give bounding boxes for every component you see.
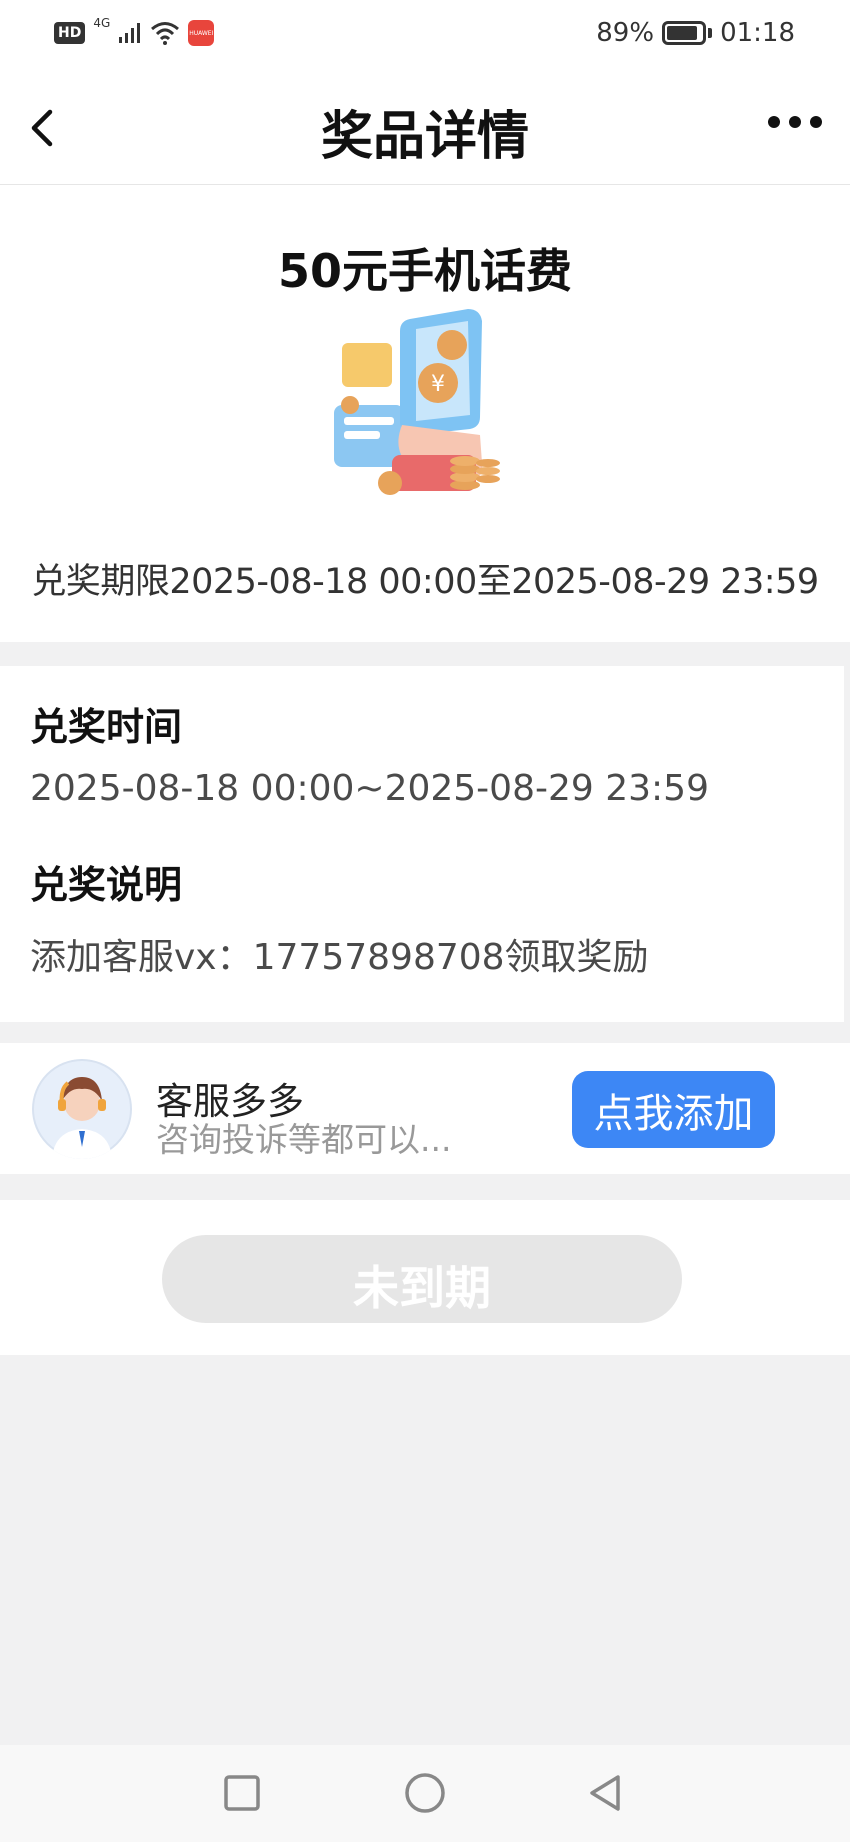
square-icon[interactable]: [218, 1769, 266, 1817]
battery-icon: [662, 21, 707, 45]
customer-service-card: 客服多多 咨询投诉等都可以... 点我添加: [0, 1043, 850, 1174]
wifi-icon: [151, 22, 180, 45]
redeem-time-heading: 兑奖时间: [30, 705, 183, 749]
redeem-desc-heading: 兑奖说明: [30, 863, 183, 907]
more-dot-icon: [810, 116, 822, 128]
redeem-desc-value: 添加客服vx：17757898708领取奖励: [30, 937, 649, 978]
circle-icon[interactable]: [401, 1769, 449, 1817]
prize-name: 50元手机话费: [277, 244, 572, 298]
phone-coins-illustration: ¥: [334, 309, 500, 495]
app-badge-label: HUAWEI: [189, 29, 214, 37]
customer-service-description: 咨询投诉等都可以...: [156, 1120, 452, 1159]
prize-card: 50元手机话费 ¥ 兑奖期限2025-08-18 00:00至2025-08-2…: [0, 185, 850, 642]
agent-avatar-icon: [32, 1059, 132, 1159]
status-icons-right: 89% 01:18: [596, 18, 795, 48]
redeem-time-value: 2025-08-18 00:00~2025-08-29 23:59: [30, 768, 709, 809]
page-title: 奖品详情: [320, 107, 529, 167]
more-dot-icon: [768, 116, 780, 128]
more-button[interactable]: [768, 116, 822, 128]
battery-percent: 89%: [596, 18, 655, 48]
status-icons-left: HD 4G HUAWEI: [54, 16, 215, 46]
not-expired-button[interactable]: 未到期: [162, 1235, 682, 1323]
svg-text:¥: ¥: [431, 372, 445, 397]
battery-level-fill: [667, 26, 698, 40]
header: 奖品详情: [0, 72, 850, 185]
hd-icon: HD: [54, 22, 86, 44]
redeem-info-card: 兑奖时间 2025-08-18 00:00~2025-08-29 23:59 兑…: [0, 666, 844, 1022]
app-badge-icon: HUAWEI: [188, 20, 215, 46]
battery-cap: [708, 28, 713, 38]
redeem-period: 兑奖期限2025-08-18 00:00至2025-08-29 23:59: [31, 562, 819, 602]
action-area: 未到期: [0, 1200, 850, 1355]
customer-service-avatar: [32, 1059, 132, 1159]
status-bar: HD 4G HUAWEI 89% 01:18: [0, 0, 850, 72]
more-dot-icon: [789, 116, 801, 128]
add-service-button[interactable]: 点我添加: [572, 1071, 775, 1148]
network-type-label: 4G: [93, 16, 111, 30]
system-navigation-bar: [0, 1745, 850, 1842]
clock: 01:18: [720, 18, 795, 48]
signal-icon: [119, 23, 141, 43]
triangle-left-icon[interactable]: [582, 1769, 630, 1817]
